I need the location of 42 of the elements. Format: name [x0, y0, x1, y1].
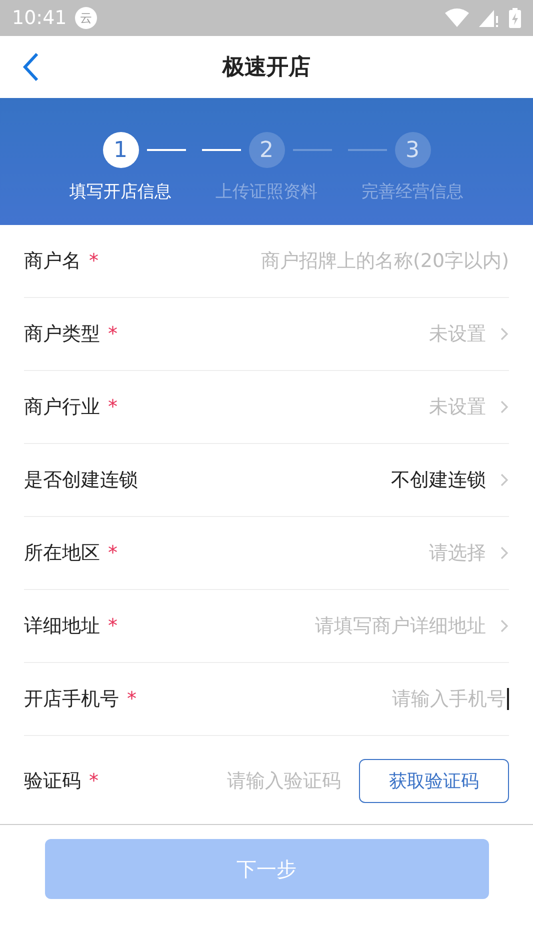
required-mark: * — [108, 615, 118, 637]
required-mark: * — [108, 542, 118, 564]
step-number: 1 — [102, 132, 138, 168]
field-label: 商户名 — [24, 249, 81, 274]
chevron-right-icon — [500, 400, 509, 414]
step-number: 2 — [248, 132, 284, 168]
select-placeholder[interactable]: 未设置 — [429, 321, 486, 347]
chevron-right-icon — [500, 473, 509, 487]
battery-icon — [509, 8, 521, 28]
input-field[interactable]: 商户招牌上的名称(20字以内) — [209, 250, 509, 272]
required-mark: * — [108, 396, 118, 418]
get-code-button[interactable]: 获取验证码 — [359, 759, 509, 803]
wifi-icon — [445, 8, 469, 28]
chevron-right-icon — [500, 327, 509, 341]
select-placeholder[interactable]: 未设置 — [429, 394, 486, 420]
notification-badge: 云 — [74, 7, 97, 29]
step-label: 完善经营信息 — [362, 181, 464, 203]
chevron-right-icon — [500, 546, 509, 560]
input-field[interactable]: 请输入验证码 — [201, 770, 341, 792]
chevron-right-icon — [500, 619, 509, 633]
back-icon[interactable] — [22, 52, 40, 82]
required-mark: * — [127, 688, 136, 710]
step-label: 填写开店信息 — [70, 181, 172, 203]
page-title: 极速开店 — [222, 54, 310, 82]
status-time: 10:41 — [12, 7, 67, 29]
field-label: 验证码 — [24, 769, 81, 794]
required-mark: * — [89, 770, 98, 792]
select-placeholder[interactable]: 请填写商户详细地址 — [315, 613, 486, 639]
field-label: 商户类型 — [24, 322, 100, 347]
required-mark: * — [108, 323, 118, 345]
field-label: 商户行业 — [24, 395, 100, 420]
signal-icon — [479, 8, 499, 28]
field-label: 所在地区 — [24, 541, 100, 566]
input-field[interactable]: 请输入手机号 — [206, 688, 509, 710]
field-label: 详细地址 — [24, 614, 100, 639]
select-value[interactable]: 不创建连锁 — [391, 467, 486, 493]
field-label: 是否创建连锁 — [24, 468, 138, 493]
step-number: 3 — [394, 132, 430, 168]
required-mark: * — [89, 250, 98, 272]
field-label: 开店手机号 — [24, 687, 119, 712]
step-label: 上传证照资料 — [216, 181, 318, 203]
select-placeholder[interactable]: 请选择 — [429, 540, 486, 566]
